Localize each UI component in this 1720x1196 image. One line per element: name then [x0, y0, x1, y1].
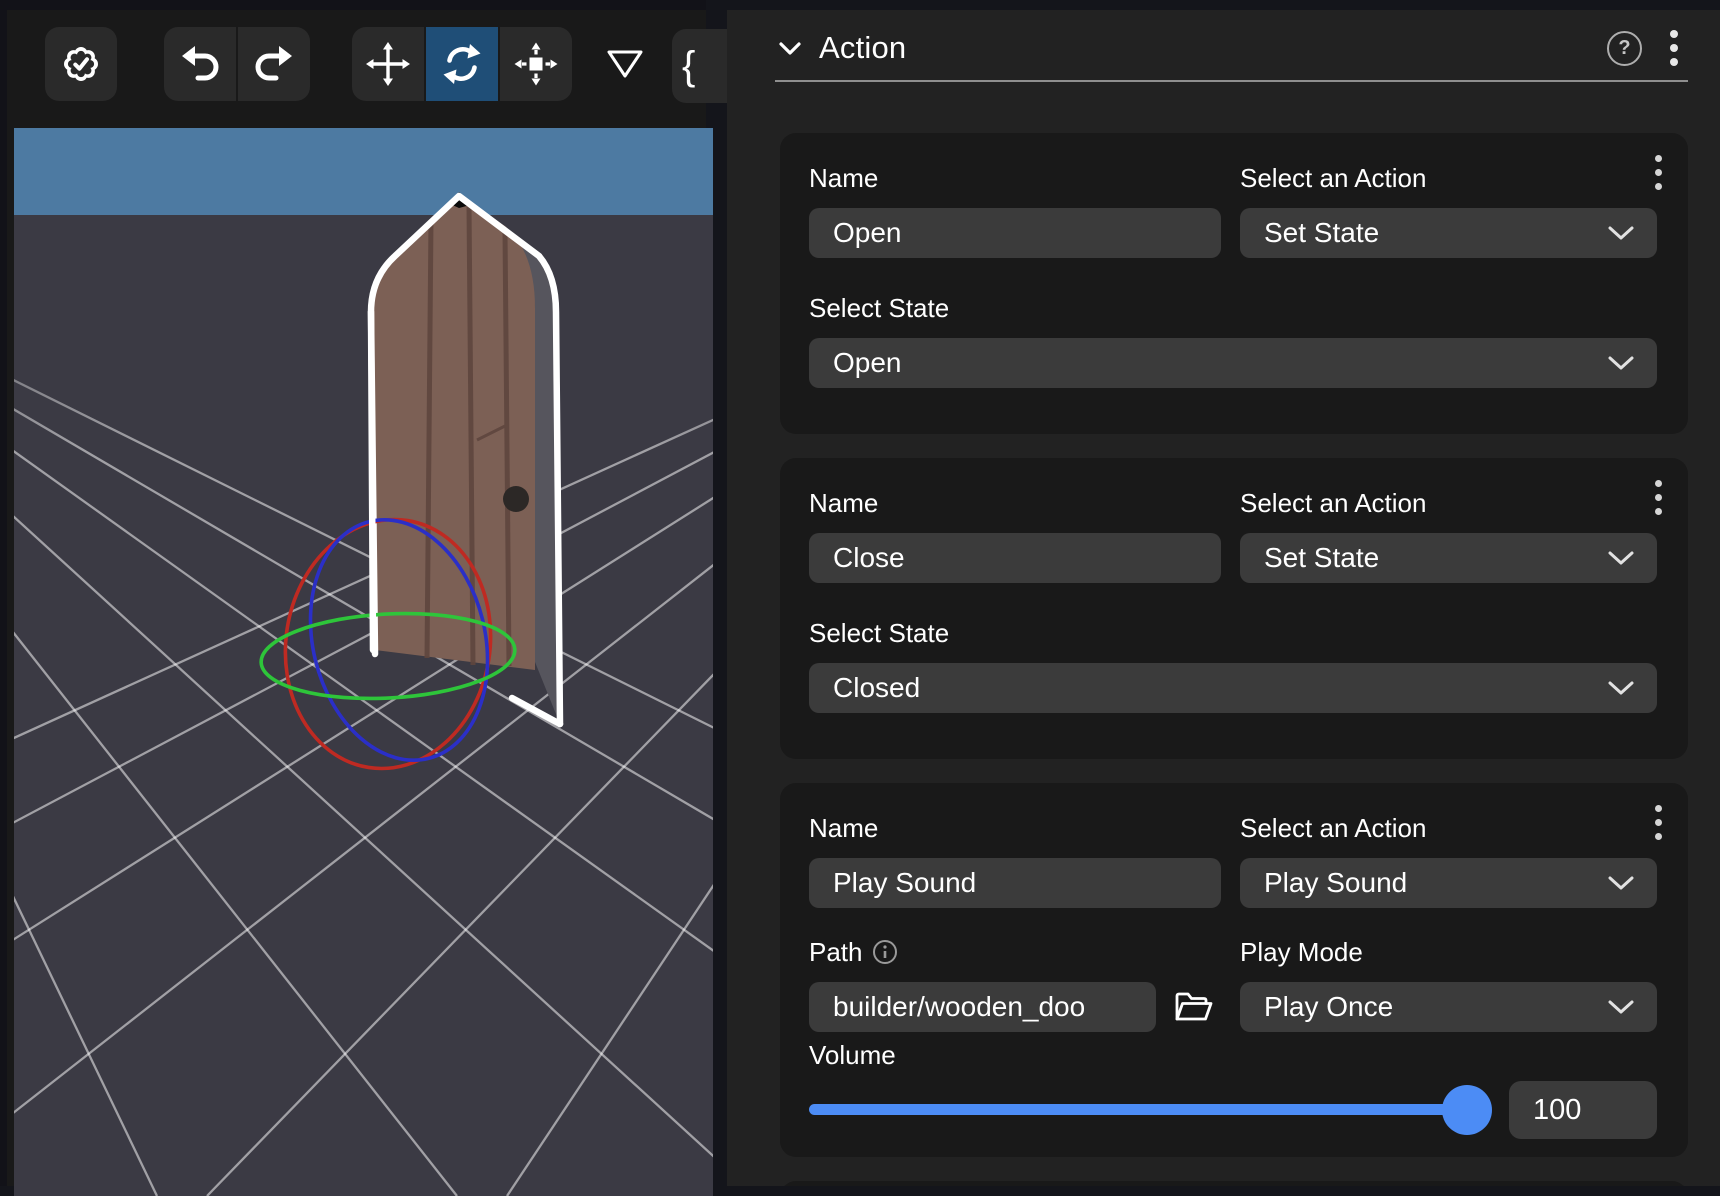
- chevron-down-icon: [1607, 680, 1635, 696]
- state-select-dropdown[interactable]: Closed: [809, 663, 1657, 713]
- action-panel: Action ? Name Open Select an Action Set …: [727, 10, 1720, 1186]
- card-menu-kebab-icon[interactable]: [1653, 803, 1664, 842]
- action-select-label: Select an Action: [1240, 163, 1657, 193]
- redo-icon: [250, 40, 298, 88]
- chevron-down-icon: [1607, 550, 1635, 566]
- brace-icon: {: [682, 44, 695, 89]
- browse-folder-button[interactable]: [1172, 988, 1214, 1026]
- volume-value-input[interactable]: 100: [1509, 1081, 1657, 1139]
- volume-label: Volume: [809, 1040, 1657, 1070]
- chevron-down-icon: [1607, 225, 1635, 241]
- info-icon[interactable]: [873, 940, 897, 964]
- card-menu-kebab-icon[interactable]: [1653, 153, 1664, 192]
- volume-slider-track[interactable]: [809, 1104, 1467, 1115]
- next-action-card-partial: [780, 1181, 1688, 1186]
- action-select-label: Select an Action: [1240, 488, 1657, 518]
- undo-button[interactable]: [164, 27, 236, 101]
- volume-slider-thumb[interactable]: [1442, 1085, 1492, 1135]
- undo-icon: [176, 40, 224, 88]
- action-cards: Name Open Select an Action Set State Sel…: [727, 82, 1720, 1186]
- rotate-tool-button[interactable]: [426, 27, 498, 101]
- panel-title: Action: [819, 30, 906, 66]
- play-mode-label: Play Mode: [1240, 937, 1657, 967]
- name-input[interactable]: Close: [809, 533, 1221, 583]
- badge-check-button[interactable]: [45, 27, 117, 101]
- 3d-viewport[interactable]: {: [0, 0, 706, 1186]
- door-knob: [503, 486, 529, 512]
- sound-path-input[interactable]: builder/wooden_doo: [809, 982, 1156, 1032]
- scale-tool-button[interactable]: [500, 27, 572, 101]
- badge-check-icon: [57, 40, 105, 88]
- card-menu-kebab-icon[interactable]: [1653, 478, 1664, 517]
- action-card-play-sound: Name Play Sound Select an Action Play So…: [780, 783, 1688, 1157]
- 3d-scene-canvas[interactable]: [14, 128, 713, 1196]
- panel-menu-kebab-icon[interactable]: [1666, 28, 1682, 68]
- transform-tools-group: [352, 27, 572, 101]
- wooden-door-object[interactable]: [371, 192, 560, 724]
- name-label: Name: [809, 813, 1221, 843]
- panel-header: Action ?: [727, 10, 1720, 76]
- name-label: Name: [809, 163, 1221, 193]
- gizmo-space-dropdown[interactable]: [598, 27, 652, 101]
- viewport-toolbar: {: [7, 10, 706, 118]
- volume-slider[interactable]: [809, 1085, 1467, 1135]
- play-mode-dropdown[interactable]: Play Once: [1240, 982, 1657, 1032]
- help-icon[interactable]: ?: [1607, 31, 1642, 66]
- action-select-dropdown[interactable]: Set State: [1240, 533, 1657, 583]
- triangle-down-icon: [605, 48, 645, 80]
- state-select-dropdown[interactable]: Open: [809, 338, 1657, 388]
- action-card-close: Name Close Select an Action Set State Se…: [780, 458, 1688, 759]
- state-select-label: Select State: [809, 293, 1657, 323]
- scale-icon: [512, 40, 560, 88]
- grid-fade: [14, 215, 713, 450]
- door-left-edge-highlight: [371, 312, 373, 650]
- state-select-label: Select State: [809, 618, 1657, 648]
- action-select-dropdown[interactable]: Set State: [1240, 208, 1657, 258]
- name-input[interactable]: Open: [809, 208, 1221, 258]
- path-label: Path: [809, 937, 1221, 967]
- undo-redo-group: [164, 27, 310, 101]
- name-label: Name: [809, 488, 1221, 518]
- folder-open-icon: [1172, 988, 1214, 1026]
- sky: [14, 128, 713, 215]
- move-icon: [364, 40, 412, 88]
- redo-button[interactable]: [238, 27, 310, 101]
- action-card-open: Name Open Select an Action Set State Sel…: [780, 133, 1688, 434]
- move-tool-button[interactable]: [352, 27, 424, 101]
- collapse-chevron-icon[interactable]: [778, 41, 802, 56]
- action-select-dropdown[interactable]: Play Sound: [1240, 858, 1657, 908]
- rotate-icon: [438, 40, 486, 88]
- action-select-label: Select an Action: [1240, 813, 1657, 843]
- chevron-down-icon: [1607, 999, 1635, 1015]
- chevron-down-icon: [1607, 875, 1635, 891]
- name-input[interactable]: Play Sound: [809, 858, 1221, 908]
- chevron-down-icon: [1607, 355, 1635, 371]
